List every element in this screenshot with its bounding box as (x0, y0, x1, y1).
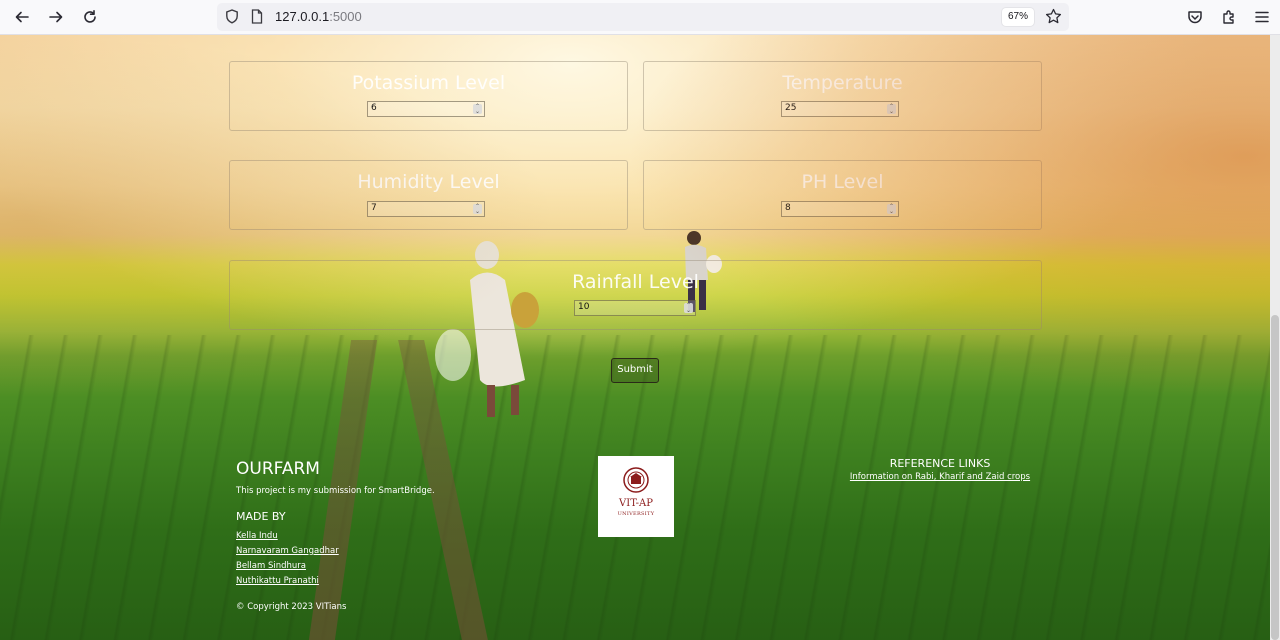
ph-card: PH Level 8 ⌃ ⌄ (643, 160, 1042, 230)
footer-description: This project is my submission for SmartB… (236, 486, 435, 496)
member-link[interactable]: Narnavaram Gangadhar (236, 546, 339, 556)
browser-toolbar: 127.0.0.1:5000 67% (0, 0, 1280, 35)
pocket-icon[interactable] (1183, 5, 1207, 29)
menu-hamburger-icon[interactable] (1250, 5, 1274, 29)
spinner-icon[interactable]: ⌃ ⌄ (473, 104, 482, 115)
page-background: Potassium Level 6 ⌃ ⌄ Temperature 25 ⌃ ⌄ H… (0, 35, 1270, 640)
url-bar[interactable]: 127.0.0.1:5000 67% (217, 3, 1069, 31)
potassium-value: 6 (371, 103, 377, 113)
temperature-input[interactable]: 25 ⌃ ⌄ (781, 101, 899, 117)
extensions-icon[interactable] (1217, 5, 1241, 29)
forward-arrow-icon[interactable] (44, 5, 68, 29)
rainfall-label: Rainfall Level (572, 271, 699, 293)
member-link[interactable]: Kella Indu (236, 531, 278, 541)
field-path-decoration (308, 340, 378, 640)
zoom-level-badge[interactable]: 67% (1002, 8, 1034, 26)
spinner-icon[interactable]: ⌃ ⌄ (887, 204, 896, 215)
farmer-illustration (435, 241, 539, 417)
reference-links-heading: REFERENCE LINKS (889, 457, 991, 470)
reload-icon[interactable] (78, 5, 102, 29)
logo-subtitle: UNIVERSITY (617, 511, 655, 517)
field-path-decoration (398, 340, 488, 640)
spinner-icon[interactable]: ⌃ ⌄ (887, 104, 896, 115)
humidity-card: Humidity Level 7 ⌃ ⌄ (229, 160, 628, 230)
submit-button[interactable]: Submit (611, 358, 659, 383)
url-host: 127.0.0.1 (275, 9, 330, 24)
spinner-icon[interactable]: ⌃ ⌄ (684, 303, 693, 314)
back-arrow-icon[interactable] (10, 5, 34, 29)
temperature-value: 25 (785, 103, 797, 113)
potassium-label: Potassium Level (351, 72, 506, 94)
humidity-label: Humidity Level (357, 171, 500, 193)
member-link[interactable]: Nuthikattu Pranathi (236, 576, 319, 586)
farmer-background-illustration (685, 231, 722, 312)
potassium-input[interactable]: 6 ⌃ ⌄ (367, 101, 485, 117)
footer-title: OURFARM (236, 459, 320, 479)
spinner-icon[interactable]: ⌃ ⌄ (473, 204, 482, 215)
shield-icon[interactable] (225, 9, 239, 24)
ph-label: PH Level (801, 171, 884, 193)
url-port: :5000 (329, 9, 362, 24)
potassium-card: Potassium Level 6 ⌃ ⌄ (229, 61, 628, 131)
page-info-icon[interactable] (251, 9, 263, 24)
rainfall-card: Rainfall Level 10 ⌃ ⌄ (229, 260, 1042, 330)
url-text[interactable]: 127.0.0.1:5000 (275, 9, 362, 24)
university-logo: VIT-AP UNIVERSITY (598, 456, 674, 537)
temperature-card: Temperature 25 ⌃ ⌄ (643, 61, 1042, 131)
member-link[interactable]: Bellam Sindhura (236, 561, 306, 571)
bookmark-star-icon[interactable] (1045, 8, 1062, 25)
ph-value: 8 (785, 203, 791, 213)
ph-input[interactable]: 8 ⌃ ⌄ (781, 201, 899, 217)
scrollbar-thumb[interactable] (1271, 315, 1279, 640)
temperature-label: Temperature (782, 72, 903, 94)
university-crest-icon (623, 467, 649, 493)
reference-link[interactable]: Information on Rabi, Kharif and Zaid cro… (840, 472, 1040, 482)
copyright-text: © Copyright 2023 VITians (236, 602, 347, 612)
made-by-heading: MADE BY (236, 510, 286, 523)
rainfall-value: 10 (578, 302, 590, 312)
logo-name: VIT-AP (619, 498, 653, 509)
humidity-input[interactable]: 7 ⌃ ⌄ (367, 201, 485, 217)
rainfall-input[interactable]: 10 ⌃ ⌄ (574, 300, 696, 316)
field-rows-decoration (0, 335, 1270, 640)
humidity-value: 7 (371, 203, 377, 213)
